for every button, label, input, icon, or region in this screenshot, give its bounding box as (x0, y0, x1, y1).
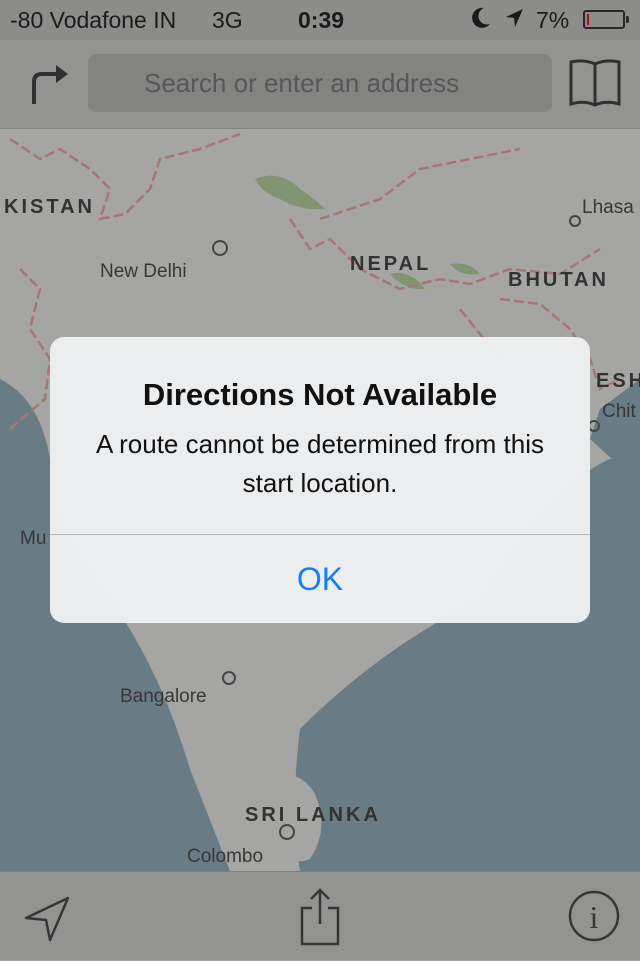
map-label-colombo: Colombo (187, 846, 264, 867)
share-icon[interactable] (290, 884, 350, 948)
info-icon[interactable]: i (564, 884, 624, 948)
top-navigation-bar: Search or enter an address (0, 40, 640, 129)
map-label-sri-lanka: SRI LANKA (245, 804, 381, 826)
ok-button[interactable]: OK (50, 535, 590, 623)
current-location-icon[interactable] (20, 884, 80, 948)
search-input[interactable]: Search or enter an address (88, 54, 552, 112)
map-label-pakistan: KISTAN (4, 196, 95, 218)
moon-icon (470, 6, 492, 36)
bookmarks-book-icon[interactable] (566, 54, 624, 112)
map-label-new-delhi: New Delhi (100, 261, 187, 282)
map-label-bangalore: Bangalore (120, 686, 207, 707)
alert-dialog: Directions Not Available A route cannot … (50, 337, 590, 623)
svg-text:i: i (590, 899, 599, 935)
battery-icon (583, 10, 629, 29)
map-label-nepal: NEPAL (350, 253, 432, 275)
search-placeholder: Search or enter an address (144, 68, 460, 98)
map-label-lhasa: Lhasa (582, 197, 634, 218)
map-label-chittagong: Chit (602, 401, 636, 422)
map-label-bhutan: BHUTAN (508, 269, 609, 291)
status-bar: -80 Vodafone IN 3G 0:39 7% (0, 0, 640, 40)
battery-level (587, 14, 589, 25)
clock: 0:39 (298, 7, 345, 33)
directions-arrow-icon[interactable] (22, 54, 76, 108)
network-type: 3G (212, 7, 243, 33)
carrier-label: -80 Vodafone IN (10, 7, 177, 33)
alert-message: A route cannot be determined from this s… (95, 429, 545, 498)
alert-title: Directions Not Available (142, 377, 498, 412)
map-label-mumbai: Mu (20, 528, 47, 549)
battery-percent: 7% (536, 7, 570, 33)
location-arrow-icon (503, 6, 525, 36)
bottom-toolbar: i (0, 871, 640, 961)
map-label-bangladesh: ESH (596, 370, 640, 392)
